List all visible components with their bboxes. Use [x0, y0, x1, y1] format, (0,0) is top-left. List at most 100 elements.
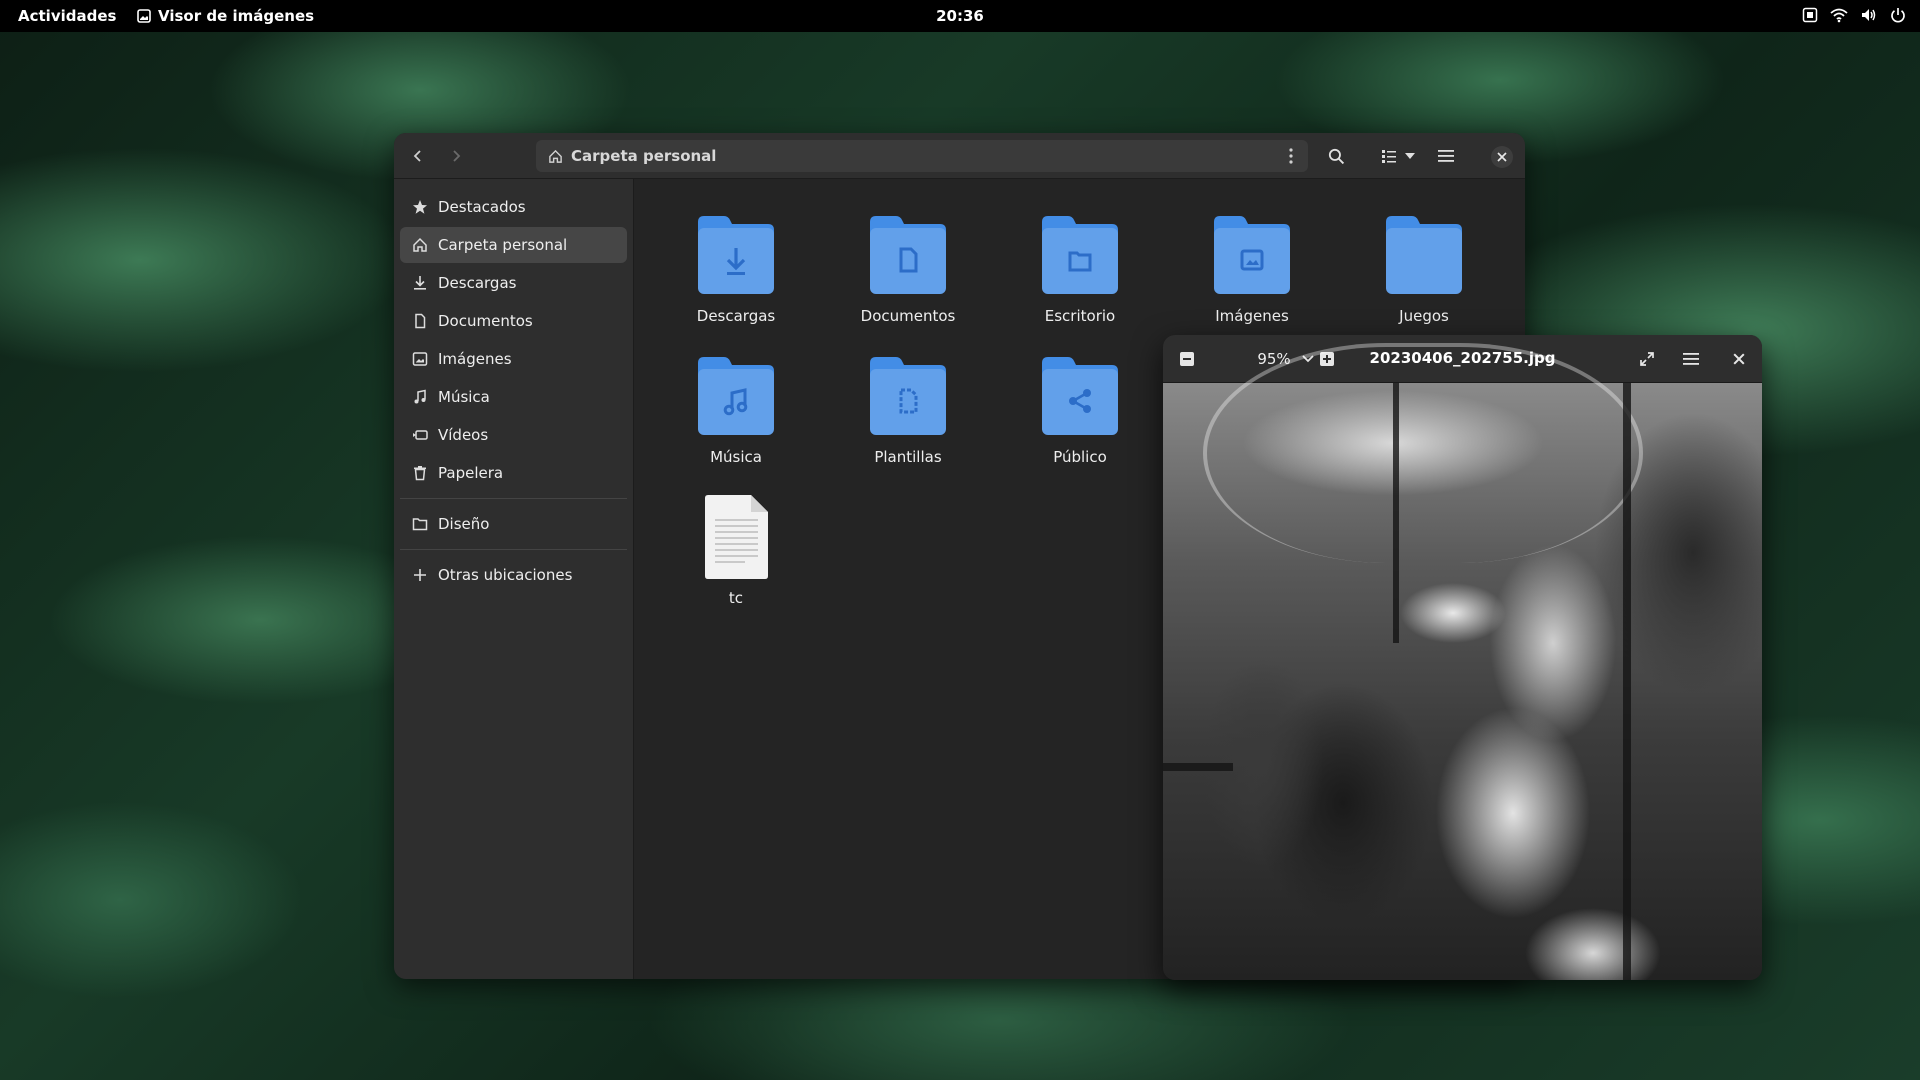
sidebar-item-label: Carpeta personal: [438, 236, 568, 254]
folder-documentos[interactable]: Documentos: [838, 209, 978, 339]
sidebar-item-starred[interactable]: Destacados: [400, 189, 627, 225]
hamburger-menu-icon: [1683, 353, 1699, 365]
hamburger-menu-icon: [1438, 150, 1454, 162]
sidebar-item-music[interactable]: Música: [400, 379, 627, 415]
file-manager-close-button[interactable]: [1491, 146, 1513, 168]
sidebar-item-bookmark-diseno[interactable]: Diseño: [400, 506, 627, 542]
close-icon: [1733, 353, 1745, 365]
power-icon[interactable]: [1890, 7, 1906, 23]
star-icon: [413, 200, 427, 214]
folder-downloads-icon: [698, 216, 774, 294]
more-vertical-icon[interactable]: [1282, 146, 1300, 166]
folder-label: Documentos: [860, 307, 956, 325]
trash-icon: [414, 466, 426, 481]
folder-imagenes[interactable]: Imágenes: [1182, 209, 1322, 339]
sidebar-item-label: Papelera: [438, 464, 504, 482]
app-menu[interactable]: Visor de imágenes: [137, 7, 314, 25]
system-tray[interactable]: [1802, 7, 1906, 23]
folder-publico[interactable]: Público: [1010, 350, 1150, 480]
file-label: tc: [728, 589, 744, 607]
search-icon: [1328, 148, 1344, 164]
volume-icon[interactable]: [1860, 7, 1878, 23]
folder-label: Escritorio: [1044, 307, 1116, 325]
document-icon: [415, 313, 426, 329]
sidebar-item-label: Otras ubicaciones: [438, 566, 573, 584]
sidebar-item-trash[interactable]: Papelera: [400, 455, 627, 491]
file-manager-headerbar: Carpeta personal: [394, 133, 1525, 179]
activities-button[interactable]: Actividades: [18, 7, 116, 25]
viewer-close-button[interactable]: [1723, 343, 1755, 375]
folder-label: Descargas: [696, 307, 776, 325]
view-mode-button[interactable]: [1376, 140, 1422, 172]
sidebar-item-home[interactable]: Carpeta personal: [400, 227, 627, 263]
sidebar-item-downloads[interactable]: Descargas: [400, 265, 627, 301]
path-bar[interactable]: Carpeta personal: [536, 140, 1308, 172]
back-button[interactable]: [402, 140, 434, 172]
image-viewer-window: 95% 20230406_202755.jpg: [1163, 335, 1762, 980]
image-icon: [412, 352, 428, 366]
home-icon: [549, 149, 562, 163]
sidebar-item-pictures[interactable]: Imágenes: [400, 341, 627, 377]
forward-button[interactable]: [440, 140, 472, 172]
photo-pole: [1623, 383, 1631, 980]
sidebar-item-videos[interactable]: Vídeos: [400, 417, 627, 453]
sidebar-item-other-locations[interactable]: Otras ubicaciones: [400, 557, 627, 593]
wifi-icon[interactable]: [1830, 7, 1848, 23]
folder-escritorio[interactable]: Escritorio: [1010, 209, 1150, 339]
sidebar-item-label: Descargas: [438, 274, 517, 292]
folder-musica[interactable]: Música: [666, 350, 806, 480]
folder-pictures-icon: [1214, 216, 1290, 294]
folder-music-icon: [698, 357, 774, 435]
folder-templates-icon: [870, 357, 946, 435]
video-icon: [413, 430, 428, 440]
zoom-out-button[interactable]: [1171, 343, 1203, 375]
caret-down-icon: [1405, 153, 1415, 159]
sidebar-item-label: Destacados: [438, 198, 526, 216]
folder-plantillas[interactable]: Plantillas: [838, 350, 978, 480]
music-icon: [414, 389, 426, 404]
fullscreen-icon: [1640, 352, 1654, 366]
app-menu-label: Visor de imágenes: [158, 7, 315, 25]
folder-documents-icon: [870, 216, 946, 294]
home-icon: [413, 237, 427, 252]
close-icon: [1497, 152, 1507, 162]
chevron-right-icon: [453, 150, 461, 162]
viewer-menu-button[interactable]: [1675, 343, 1707, 375]
sidebar-item-label: Vídeos: [438, 426, 489, 444]
list-view-icon: [1382, 150, 1396, 163]
folder-juegos[interactable]: Juegos: [1354, 209, 1494, 339]
file-tc[interactable]: tc: [666, 491, 806, 621]
chevron-left-icon: [413, 150, 421, 162]
search-button[interactable]: [1320, 140, 1352, 172]
folder-icon: [1386, 216, 1462, 294]
photo-pole: [1393, 383, 1399, 643]
folder-label: Música: [710, 448, 762, 466]
sidebar-item-label: Música: [438, 388, 490, 406]
main-menu-button[interactable]: [1430, 140, 1462, 172]
displayed-photo[interactable]: [1163, 343, 1762, 980]
fullscreen-button[interactable]: [1631, 343, 1663, 375]
folder-descargas[interactable]: Descargas: [666, 209, 806, 339]
sidebar-item-label: Diseño: [438, 515, 490, 533]
zoom-out-icon: [1180, 352, 1194, 366]
sidebar-separator: [400, 549, 627, 550]
image-viewer-app-icon: [137, 9, 151, 23]
folder-public-share-icon: [1042, 357, 1118, 435]
top-bar: Actividades Visor de imágenes 20:36: [0, 0, 1920, 32]
folder-label: Juegos: [1399, 307, 1449, 325]
places-sidebar: Destacados Carpeta personal Descargas Do…: [394, 179, 634, 979]
plus-icon: [414, 569, 426, 581]
folder-icon: [412, 518, 428, 531]
sidebar-item-documents[interactable]: Documentos: [400, 303, 627, 339]
text-file-icon: [705, 495, 768, 579]
clock[interactable]: 20:36: [936, 7, 984, 25]
path-bar-label: Carpeta personal: [571, 147, 717, 165]
photo-tunnel-arch: [1203, 343, 1643, 563]
sidebar-separator: [400, 498, 627, 499]
folder-label: Plantillas: [874, 448, 942, 466]
folder-desktop-icon: [1042, 216, 1118, 294]
folder-label: Público: [1053, 448, 1107, 466]
network-wired-icon[interactable]: [1802, 7, 1818, 23]
folder-label: Imágenes: [1215, 307, 1289, 325]
photo-seat-rail: [1163, 763, 1233, 771]
